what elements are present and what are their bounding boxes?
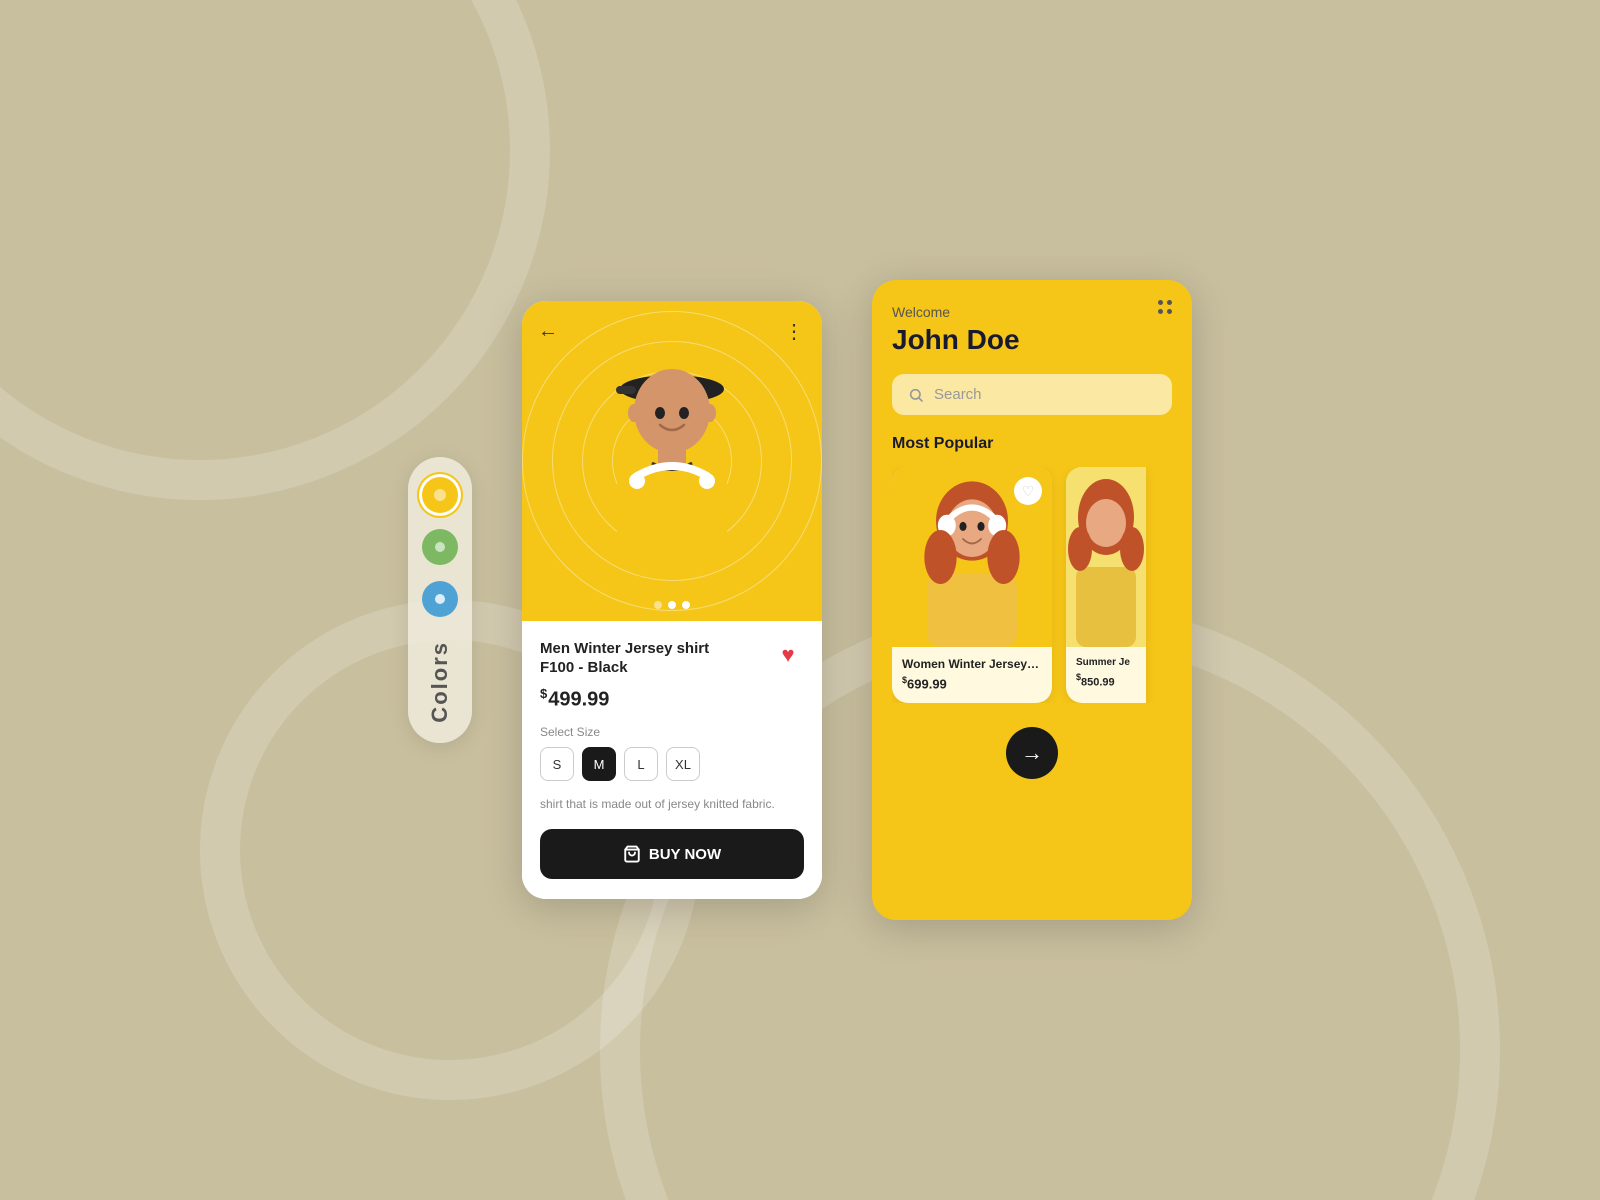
size-label: Select Size <box>540 725 804 739</box>
size-m[interactable]: M <box>582 747 616 781</box>
product-1-image: ♡ <box>892 467 1052 647</box>
color-option-green[interactable] <box>422 529 458 565</box>
user-name: John Doe <box>892 324 1172 356</box>
product-detail-card: ← ⋮ <box>522 301 822 900</box>
color-option-blue[interactable] <box>422 581 458 617</box>
size-options: S M L XL <box>540 747 804 781</box>
product-price: $499.99 <box>540 686 804 712</box>
color-panel: Colors <box>408 457 472 743</box>
home-menu-dots[interactable] <box>1158 300 1172 314</box>
menu-dot-2 <box>1167 300 1172 305</box>
product-1-favorite[interactable]: ♡ <box>1014 477 1042 505</box>
search-icon <box>908 387 924 403</box>
currency-symbol: $ <box>540 686 547 701</box>
product-image-area: ← ⋮ <box>522 301 822 621</box>
search-bar[interactable]: Search <box>892 374 1172 415</box>
home-screen-card: Welcome John Doe Search Most Popular <box>872 280 1192 920</box>
woman-2-svg <box>1066 467 1146 647</box>
product-1-info: Women Winter Jersey shirt .. $699.99 <box>892 647 1052 703</box>
buy-now-button[interactable]: BUY NOW <box>540 829 804 879</box>
buy-now-label: BUY NOW <box>649 846 721 863</box>
menu-dot-3 <box>1158 309 1163 314</box>
products-row: ♡ Women Winter Jersey shirt .. $699.99 <box>892 467 1172 703</box>
menu-dot-4 <box>1167 309 1172 314</box>
slide-dot-3 <box>682 601 690 609</box>
welcome-text: Welcome <box>892 304 1172 320</box>
product-1-price: $699.99 <box>902 675 1042 691</box>
product-title: Men Winter Jersey shirt F100 - Black <box>540 639 740 678</box>
section-title: Most Popular <box>892 435 1172 453</box>
size-l[interactable]: L <box>624 747 658 781</box>
person-svg <box>572 321 772 601</box>
back-button[interactable]: ← <box>538 319 558 344</box>
next-button[interactable]: → <box>1006 727 1058 779</box>
product-image <box>562 321 782 601</box>
product-2-title: Summer Je <box>1076 657 1136 668</box>
colors-label: Colors <box>427 641 453 723</box>
product-1-title: Women Winter Jersey shirt .. <box>902 657 1042 671</box>
product-card-2[interactable]: Summer Je $850.99 <box>1066 467 1146 703</box>
menu-button[interactable]: ⋮ <box>784 319 806 344</box>
search-placeholder: Search <box>934 386 982 403</box>
main-content: Colors ← ⋮ <box>408 280 1192 920</box>
size-s[interactable]: S <box>540 747 574 781</box>
size-xl[interactable]: XL <box>666 747 700 781</box>
product-nav: ← ⋮ <box>522 319 822 344</box>
slide-dot-1 <box>654 601 662 609</box>
slide-dots <box>654 601 690 609</box>
product-2-info: Summer Je $850.99 <box>1066 647 1146 700</box>
menu-dot-1 <box>1158 300 1163 305</box>
color-option-yellow[interactable] <box>422 477 458 513</box>
favorite-button[interactable]: ♥ <box>772 639 804 671</box>
cart-icon <box>623 845 641 863</box>
slide-dot-2 <box>668 601 676 609</box>
product-title-row: Men Winter Jersey shirt F100 - Black ♥ <box>540 639 804 678</box>
price-value: 499.99 <box>548 688 609 710</box>
product-2-image <box>1066 467 1146 647</box>
product-card-1[interactable]: ♡ Women Winter Jersey shirt .. $699.99 <box>892 467 1052 703</box>
product-details: Men Winter Jersey shirt F100 - Black ♥ $… <box>522 621 822 900</box>
product-2-price: $850.99 <box>1076 672 1136 688</box>
product-description: shirt that is made out of jersey knitted… <box>540 795 804 813</box>
